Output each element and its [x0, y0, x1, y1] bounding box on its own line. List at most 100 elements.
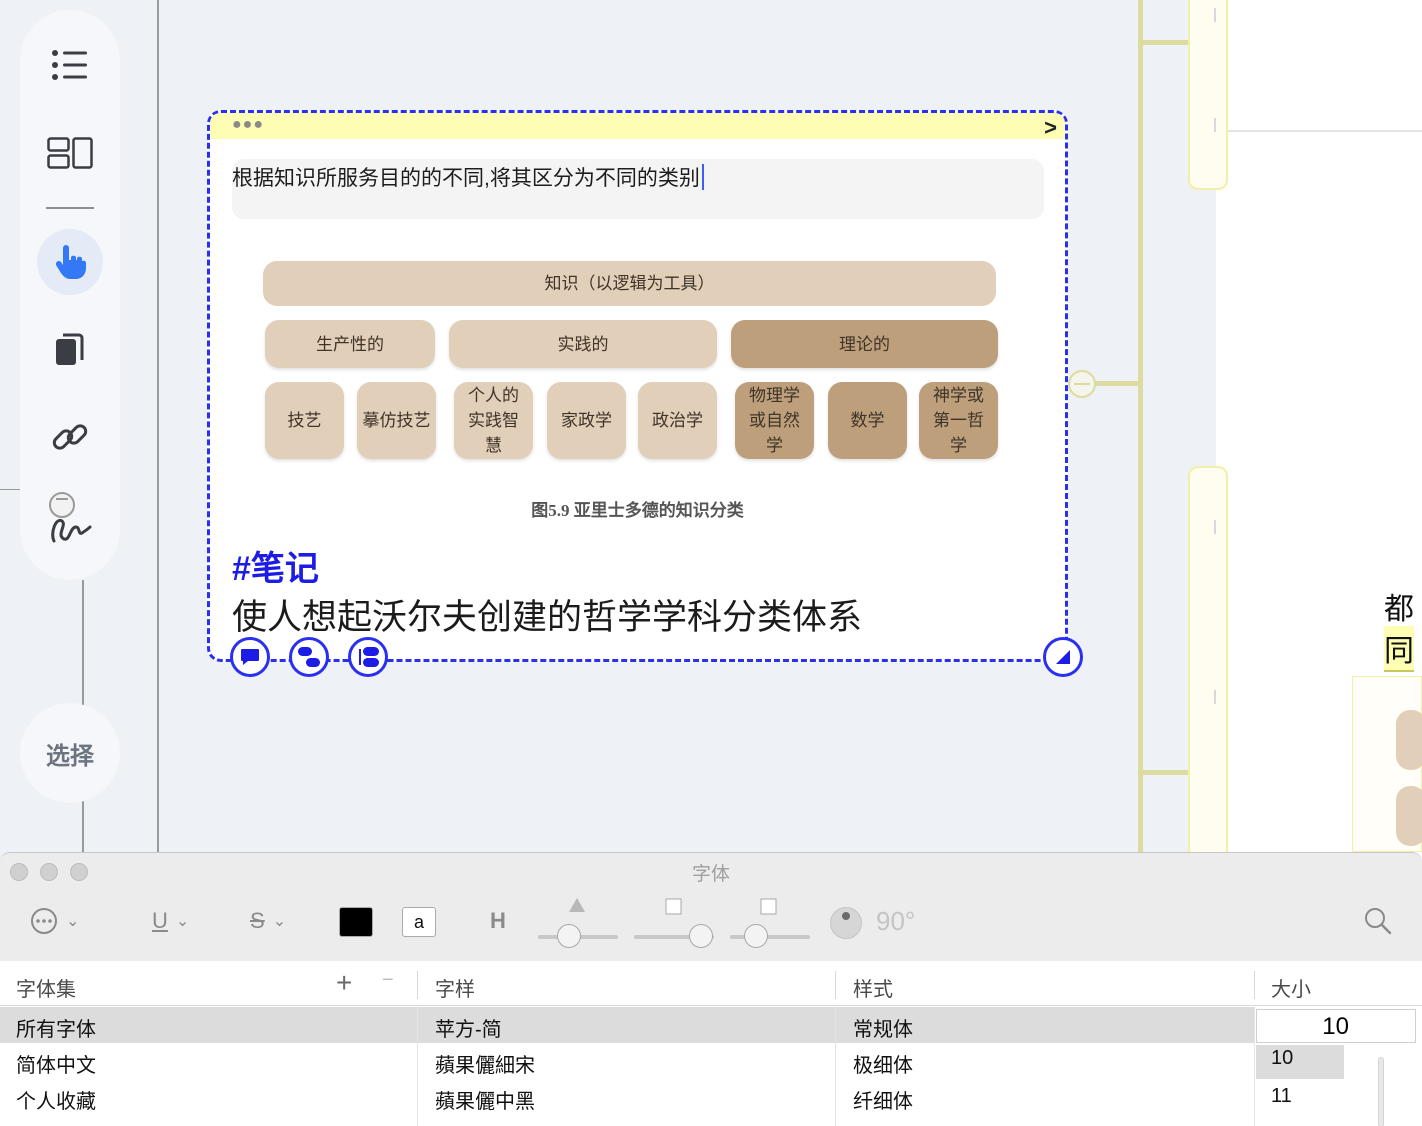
search-icon[interactable]: [1364, 907, 1392, 935]
layout-button[interactable]: [37, 120, 103, 186]
add-sibling-node-button[interactable]: [348, 637, 388, 677]
list-icon: [52, 50, 87, 80]
family-item[interactable]: 蘋果儷中黑: [435, 1085, 535, 1114]
shadow-angle-value: 90°: [876, 905, 916, 936]
underline-menu[interactable]: U ⌄: [152, 901, 189, 941]
diagram-leaf-node: 个人的 实践智慧: [454, 382, 533, 459]
comment-icon: [241, 649, 259, 665]
outline-button[interactable]: [37, 32, 103, 98]
diagram-leaf-node: 物理学 或自然学: [735, 382, 814, 459]
collection-item[interactable]: 个人收藏: [16, 1085, 96, 1114]
column-separator: [1254, 1007, 1255, 1126]
chevron-down-icon: ⌄: [66, 913, 80, 930]
lasso-button[interactable]: [37, 486, 103, 552]
note-card[interactable]: ●●● > 根据知识所服务目的的不同,将其区分为不同的类别 知识（以逻辑为工具）…: [207, 110, 1068, 662]
font-size-value: 10: [1322, 1013, 1349, 1040]
remove-collection-button[interactable]: −: [382, 969, 394, 992]
note-tag[interactable]: #笔记: [232, 541, 319, 590]
diagram-root-node: 知识（以逻辑为工具）: [263, 261, 996, 306]
document-color-label: a: [413, 911, 424, 932]
peek-diagram-box: [1396, 710, 1422, 770]
selected-size-highlight: [1256, 1045, 1344, 1079]
more-circle-icon: [31, 908, 57, 934]
document-color-well[interactable]: a: [402, 907, 436, 937]
family-item[interactable]: 苹方-简: [435, 1013, 502, 1042]
font-size-input[interactable]: 10: [1256, 1009, 1416, 1043]
child-node-icon: [298, 647, 320, 667]
card-title-field[interactable]: 根据知识所服务目的的不同,将其区分为不同的类别: [232, 159, 1044, 219]
card-title: 根据知识所服务目的的不同,将其区分为不同的类别: [232, 167, 700, 190]
resize-handle[interactable]: [1043, 637, 1083, 677]
diagram-leaf-node: 技艺: [265, 382, 344, 459]
collapse-node-button[interactable]: [1068, 370, 1096, 398]
sibling-card-top[interactable]: [1188, 0, 1228, 190]
canvas-guide-line: [0, 489, 20, 490]
lasso-icon: [49, 492, 92, 543]
sibling-card-bottom[interactable]: [1188, 466, 1228, 866]
comment-button[interactable]: [230, 637, 270, 677]
typeface-item[interactable]: 常规体: [853, 1013, 913, 1042]
column-separator: [835, 971, 836, 999]
chevron-down-icon: ⌄: [272, 913, 287, 930]
resize-corner-icon: [1056, 650, 1070, 664]
select-mode-button[interactable]: 选择: [20, 703, 120, 803]
tree-branch-line: [1094, 381, 1140, 386]
size-item[interactable]: 10: [1271, 1047, 1293, 1070]
text-color-well[interactable]: [339, 907, 373, 937]
collection-item[interactable]: 简体中文: [16, 1049, 96, 1078]
typeface-header: 样式: [853, 979, 893, 1001]
sidebar-divider: [46, 207, 94, 209]
column-separator: [417, 1007, 418, 1126]
diagram-category-node: 生产性的: [265, 320, 435, 368]
add-child-node-button[interactable]: [289, 637, 329, 677]
family-item[interactable]: 蘋果儷細宋: [435, 1049, 535, 1078]
tree-branch-line: [1138, 0, 1143, 852]
layout-icon: [47, 137, 93, 169]
column-separator: [1254, 971, 1255, 999]
column-separator: [417, 971, 418, 999]
more-options-icon[interactable]: ●●●: [232, 116, 264, 134]
text-effects-menu[interactable]: ⌄: [30, 901, 79, 941]
diagram-leaf-node: 摹仿技艺: [357, 382, 436, 459]
shadow-offset-slider[interactable]: [730, 935, 810, 939]
slider-knob[interactable]: [689, 924, 713, 948]
card-edge-mark: [1214, 8, 1216, 22]
column-separator: [835, 1007, 836, 1126]
size-item[interactable]: 11: [1271, 1085, 1292, 1108]
font-panel: 字体 ⌄ U ⌄ S ⌄ a H 90° 字体集 + − 字样 样式 大小 所有…: [0, 852, 1422, 1126]
card-header[interactable]: ●●● >: [210, 113, 1065, 141]
chevron-right-icon[interactable]: >: [1044, 115, 1057, 141]
spacing-icon[interactable]: H: [490, 901, 506, 941]
size-list-scrollbar[interactable]: [1378, 1057, 1384, 1126]
hand-pointer-icon: [55, 245, 86, 279]
typeface-item[interactable]: 纤细体: [853, 1085, 913, 1114]
diagram-caption: 图5.9 亚里士多德的知识分类: [531, 501, 744, 520]
collection-header: 字体集: [16, 979, 76, 1001]
font-list-table: 字体集 + − 字样 样式 大小 所有字体 简体中文 个人收藏 苹方-简 蘋果儷…: [0, 961, 1422, 1126]
underline-icon: U: [152, 908, 168, 933]
card-edge-mark: [1214, 118, 1216, 132]
diagram-leaf-node: 数学: [828, 382, 907, 459]
strikethrough-icon: S: [250, 908, 265, 933]
tool-sidebar: [20, 10, 120, 580]
chevron-down-icon: ⌄: [175, 913, 190, 930]
pointer-tool-button[interactable]: [37, 229, 103, 295]
collection-item[interactable]: 所有字体: [16, 1013, 96, 1042]
strikethrough-menu[interactable]: S ⌄: [250, 901, 286, 941]
diagram-leaf-node: 家政学: [547, 382, 626, 459]
pane-divider: [1216, 130, 1422, 132]
link-button[interactable]: [37, 404, 103, 470]
shadow-angle-dial[interactable]: [830, 907, 862, 939]
slider-knob[interactable]: [744, 924, 768, 948]
note-text[interactable]: 使人想起沃尔夫创建的哲学学科分类体系: [232, 589, 862, 640]
dial-dot: [842, 912, 850, 920]
family-header: 字样: [435, 979, 475, 1001]
copy-button[interactable]: [37, 317, 103, 383]
canvas-guide-line: [157, 0, 159, 852]
peek-text-line1: 都: [1384, 593, 1414, 626]
add-collection-button[interactable]: +: [336, 967, 352, 999]
slider-knob[interactable]: [557, 924, 581, 948]
tree-branch-line: [1140, 770, 1192, 775]
typeface-item[interactable]: 极细体: [853, 1049, 913, 1078]
card-edge-mark: [1214, 690, 1216, 704]
